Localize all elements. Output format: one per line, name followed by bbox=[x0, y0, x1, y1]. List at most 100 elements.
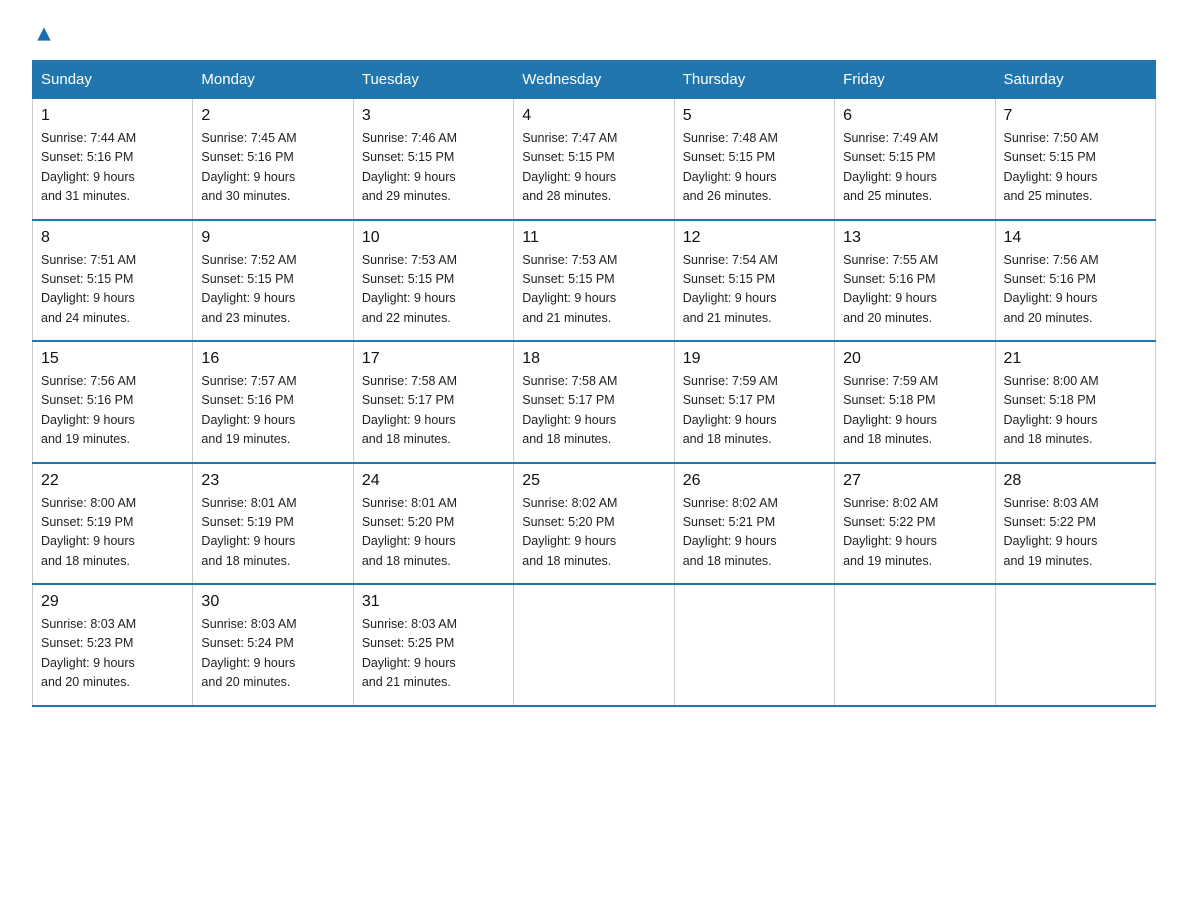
day-number: 7 bbox=[1004, 107, 1147, 125]
calendar-week-row: 1 Sunrise: 7:44 AMSunset: 5:16 PMDaylight… bbox=[33, 99, 1156, 220]
day-info: Sunrise: 8:00 AMSunset: 5:18 PMDaylight:… bbox=[1004, 372, 1147, 450]
calendar-week-row: 8Sunrise: 7:51 AMSunset: 5:15 PMDaylight… bbox=[33, 220, 1156, 342]
calendar-cell: 4Sunrise: 7:47 AMSunset: 5:15 PMDaylight… bbox=[514, 99, 674, 220]
weekday-header-sunday: Sunday bbox=[33, 61, 193, 99]
calendar-cell: 19Sunrise: 7:59 AMSunset: 5:17 PMDayligh… bbox=[674, 341, 834, 463]
day-info: Sunrise: 7:46 AMSunset: 5:15 PMDaylight:… bbox=[362, 129, 505, 207]
day-number: 28 bbox=[1004, 472, 1147, 490]
weekday-header-row: SundayMondayTuesdayWednesdayThursdayFrid… bbox=[33, 61, 1156, 99]
calendar-cell: 27 Sunrise: 8:02 AMSunset: 5:22 PMDayligh… bbox=[835, 463, 995, 585]
day-number: 19 bbox=[683, 350, 826, 368]
day-info: Sunrise: 7:54 AMSunset: 5:15 PMDaylight:… bbox=[683, 251, 826, 329]
calendar-cell: 8Sunrise: 7:51 AMSunset: 5:15 PMDaylight… bbox=[33, 220, 193, 342]
calendar-cell: 1 Sunrise: 7:44 AMSunset: 5:16 PMDaylight… bbox=[33, 99, 193, 220]
calendar-week-row: 15Sunrise: 7:56 AMSunset: 5:16 PMDayligh… bbox=[33, 341, 1156, 463]
day-number: 10 bbox=[362, 229, 505, 247]
day-number: 5 bbox=[683, 107, 826, 125]
calendar-cell: 20 Sunrise: 7:59 AMSunset: 5:18 PMDayligh… bbox=[835, 341, 995, 463]
calendar-week-row: 29Sunrise: 8:03 AMSunset: 5:23 PMDayligh… bbox=[33, 584, 1156, 706]
calendar-body: 1 Sunrise: 7:44 AMSunset: 5:16 PMDaylight… bbox=[33, 99, 1156, 706]
day-number: 9 bbox=[201, 229, 344, 247]
logo-triangle-icon bbox=[34, 24, 54, 44]
calendar-cell: 22Sunrise: 8:00 AMSunset: 5:19 PMDayligh… bbox=[33, 463, 193, 585]
day-info: Sunrise: 7:52 AMSunset: 5:15 PMDaylight:… bbox=[201, 251, 344, 329]
day-number: 14 bbox=[1004, 229, 1147, 247]
day-number: 29 bbox=[41, 593, 184, 611]
weekday-header-thursday: Thursday bbox=[674, 61, 834, 99]
calendar-cell: 28 Sunrise: 8:03 AMSunset: 5:22 PMDayligh… bbox=[995, 463, 1155, 585]
day-info: Sunrise: 7:53 AMSunset: 5:15 PMDaylight:… bbox=[522, 251, 665, 329]
day-info: Sunrise: 7:57 AMSunset: 5:16 PMDaylight:… bbox=[201, 372, 344, 450]
day-info: Sunrise: 8:03 AMSunset: 5:25 PMDaylight:… bbox=[362, 615, 505, 693]
calendar-cell bbox=[835, 584, 995, 706]
day-info: Sunrise: 7:58 AMSunset: 5:17 PMDaylight:… bbox=[362, 372, 505, 450]
day-info: Sunrise: 7:53 AMSunset: 5:15 PMDaylight:… bbox=[362, 251, 505, 329]
day-info: Sunrise: 7:49 AMSunset: 5:15 PMDaylight:… bbox=[843, 129, 986, 207]
calendar-cell: 9 Sunrise: 7:52 AMSunset: 5:15 PMDaylight… bbox=[193, 220, 353, 342]
day-info: Sunrise: 7:58 AMSunset: 5:17 PMDaylight:… bbox=[522, 372, 665, 450]
day-info: Sunrise: 8:03 AMSunset: 5:24 PMDaylight:… bbox=[201, 615, 344, 693]
day-number: 26 bbox=[683, 472, 826, 490]
calendar-cell: 25 Sunrise: 8:02 AMSunset: 5:20 PMDayligh… bbox=[514, 463, 674, 585]
calendar-cell: 24 Sunrise: 8:01 AMSunset: 5:20 PMDayligh… bbox=[353, 463, 513, 585]
calendar-cell: 3 Sunrise: 7:46 AMSunset: 5:15 PMDaylight… bbox=[353, 99, 513, 220]
day-info: Sunrise: 7:45 AMSunset: 5:16 PMDaylight:… bbox=[201, 129, 344, 207]
calendar-header: SundayMondayTuesdayWednesdayThursdayFrid… bbox=[33, 61, 1156, 99]
calendar-cell: 15Sunrise: 7:56 AMSunset: 5:16 PMDayligh… bbox=[33, 341, 193, 463]
calendar-cell: 16 Sunrise: 7:57 AMSunset: 5:16 PMDayligh… bbox=[193, 341, 353, 463]
day-info: Sunrise: 8:02 AMSunset: 5:21 PMDaylight:… bbox=[683, 494, 826, 572]
day-number: 24 bbox=[362, 472, 505, 490]
day-number: 23 bbox=[201, 472, 344, 490]
day-number: 20 bbox=[843, 350, 986, 368]
day-number: 31 bbox=[362, 593, 505, 611]
day-number: 12 bbox=[683, 229, 826, 247]
calendar-cell: 18 Sunrise: 7:58 AMSunset: 5:17 PMDayligh… bbox=[514, 341, 674, 463]
calendar-cell: 10 Sunrise: 7:53 AMSunset: 5:15 PMDayligh… bbox=[353, 220, 513, 342]
day-number: 13 bbox=[843, 229, 986, 247]
calendar-cell: 12 Sunrise: 7:54 AMSunset: 5:15 PMDayligh… bbox=[674, 220, 834, 342]
calendar-cell: 13 Sunrise: 7:55 AMSunset: 5:16 PMDayligh… bbox=[835, 220, 995, 342]
day-number: 30 bbox=[201, 593, 344, 611]
calendar-cell: 17 Sunrise: 7:58 AMSunset: 5:17 PMDayligh… bbox=[353, 341, 513, 463]
day-info: Sunrise: 7:55 AMSunset: 5:16 PMDaylight:… bbox=[843, 251, 986, 329]
day-number: 17 bbox=[362, 350, 505, 368]
day-number: 18 bbox=[522, 350, 665, 368]
calendar-cell bbox=[514, 584, 674, 706]
day-info: Sunrise: 8:02 AMSunset: 5:20 PMDaylight:… bbox=[522, 494, 665, 572]
calendar-cell: 29Sunrise: 8:03 AMSunset: 5:23 PMDayligh… bbox=[33, 584, 193, 706]
day-info: Sunrise: 7:44 AMSunset: 5:16 PMDaylight:… bbox=[41, 129, 184, 207]
day-number: 4 bbox=[522, 107, 665, 125]
day-number: 11 bbox=[522, 229, 665, 247]
calendar-cell: 7 Sunrise: 7:50 AMSunset: 5:15 PMDaylight… bbox=[995, 99, 1155, 220]
day-info: Sunrise: 8:01 AMSunset: 5:20 PMDaylight:… bbox=[362, 494, 505, 572]
day-info: Sunrise: 7:50 AMSunset: 5:15 PMDaylight:… bbox=[1004, 129, 1147, 207]
calendar-cell: 26 Sunrise: 8:02 AMSunset: 5:21 PMDayligh… bbox=[674, 463, 834, 585]
day-info: Sunrise: 7:48 AMSunset: 5:15 PMDaylight:… bbox=[683, 129, 826, 207]
calendar-cell: 2 Sunrise: 7:45 AMSunset: 5:16 PMDaylight… bbox=[193, 99, 353, 220]
weekday-header-tuesday: Tuesday bbox=[353, 61, 513, 99]
weekday-header-saturday: Saturday bbox=[995, 61, 1155, 99]
day-number: 3 bbox=[362, 107, 505, 125]
calendar-cell: 31 Sunrise: 8:03 AMSunset: 5:25 PMDayligh… bbox=[353, 584, 513, 706]
logo bbox=[32, 24, 54, 40]
day-number: 16 bbox=[201, 350, 344, 368]
day-number: 1 bbox=[41, 107, 184, 125]
calendar-cell: 6 Sunrise: 7:49 AMSunset: 5:15 PMDaylight… bbox=[835, 99, 995, 220]
calendar-cell bbox=[995, 584, 1155, 706]
day-info: Sunrise: 8:03 AMSunset: 5:22 PMDaylight:… bbox=[1004, 494, 1147, 572]
day-number: 25 bbox=[522, 472, 665, 490]
day-number: 27 bbox=[843, 472, 986, 490]
day-number: 21 bbox=[1004, 350, 1147, 368]
day-number: 15 bbox=[41, 350, 184, 368]
day-info: Sunrise: 7:59 AMSunset: 5:18 PMDaylight:… bbox=[843, 372, 986, 450]
calendar-cell: 11 Sunrise: 7:53 AMSunset: 5:15 PMDayligh… bbox=[514, 220, 674, 342]
day-info: Sunrise: 8:02 AMSunset: 5:22 PMDaylight:… bbox=[843, 494, 986, 572]
calendar-cell: 5 Sunrise: 7:48 AMSunset: 5:15 PMDaylight… bbox=[674, 99, 834, 220]
calendar-cell: 30 Sunrise: 8:03 AMSunset: 5:24 PMDayligh… bbox=[193, 584, 353, 706]
day-number: 8 bbox=[41, 229, 184, 247]
page-header bbox=[32, 24, 1156, 40]
day-number: 2 bbox=[201, 107, 344, 125]
calendar-cell: 21 Sunrise: 8:00 AMSunset: 5:18 PMDayligh… bbox=[995, 341, 1155, 463]
day-info: Sunrise: 8:01 AMSunset: 5:19 PMDaylight:… bbox=[201, 494, 344, 572]
day-number: 6 bbox=[843, 107, 986, 125]
